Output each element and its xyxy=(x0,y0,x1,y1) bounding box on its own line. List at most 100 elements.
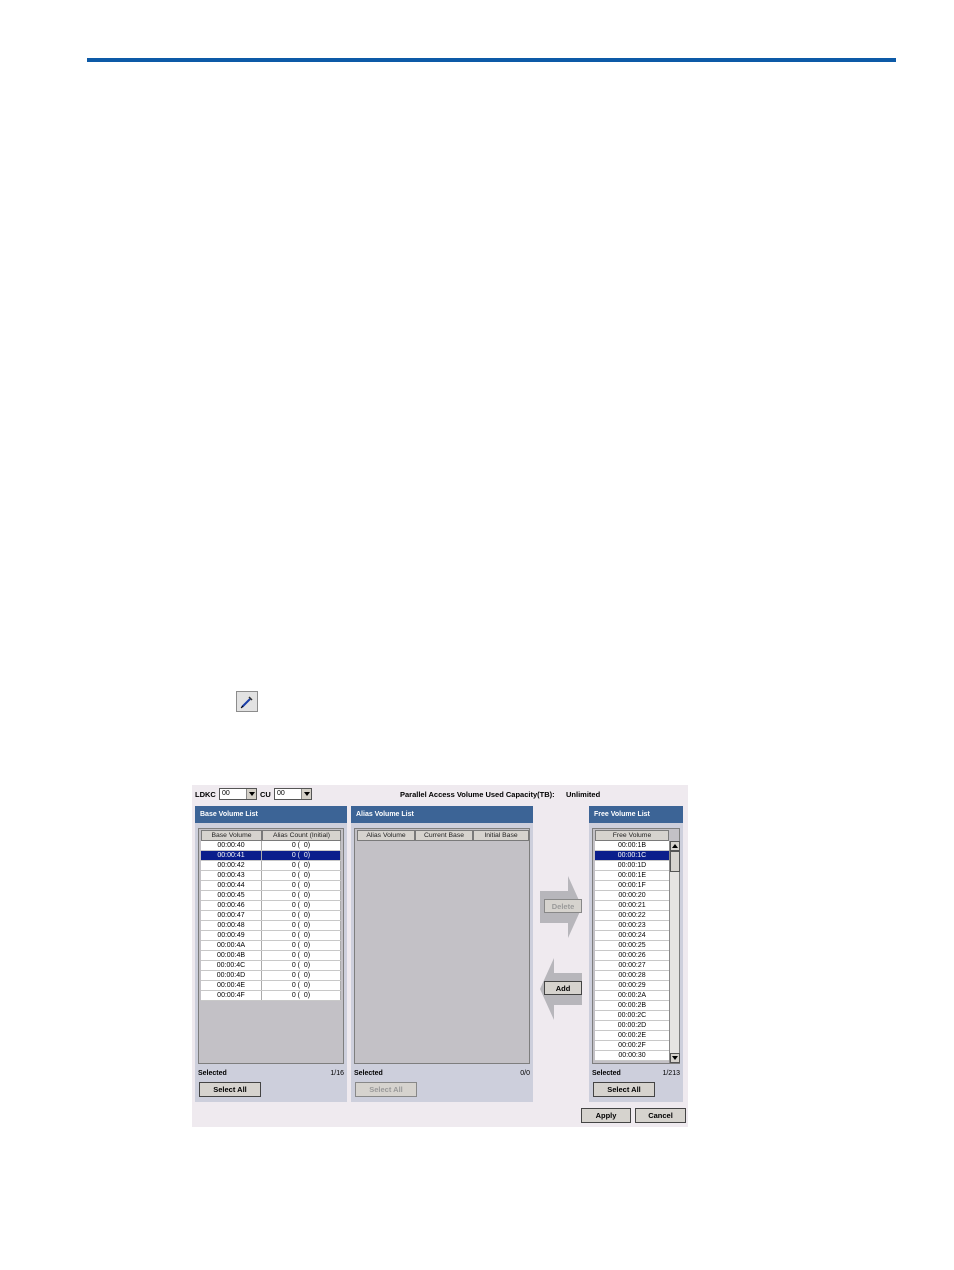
table-row[interactable]: 00:00:46 0 ( 0) xyxy=(201,901,341,911)
alias-count-cell: 0 ( 0) xyxy=(262,891,341,900)
table-row[interactable]: 00:00:45 0 ( 0) xyxy=(201,891,341,901)
column-header-initial-base[interactable]: Initial Base xyxy=(473,830,529,841)
base-volume-cell: 00:00:4F xyxy=(201,991,262,1000)
base-volume-cell: 00:00:41 xyxy=(201,851,262,860)
alias-count-cell: 0 ( 0) xyxy=(262,991,341,1000)
list-item[interactable]: 00:00:25 xyxy=(595,941,669,951)
table-row[interactable]: 00:00:4B 0 ( 0) xyxy=(201,951,341,961)
top-rule xyxy=(87,58,896,62)
column-header-alias-count[interactable]: Alias Count (Initial) xyxy=(262,830,341,841)
apply-button[interactable]: Apply xyxy=(581,1108,631,1123)
column-header-free-volume[interactable]: Free Volume xyxy=(595,830,669,841)
edit-tool-icon[interactable] xyxy=(236,691,258,712)
table-row[interactable]: 00:00:41 0 ( 0) xyxy=(201,851,341,861)
list-item[interactable]: 00:00:1B xyxy=(595,841,669,851)
free-selected-count: 1/213 xyxy=(662,1070,680,1077)
table-row[interactable]: 00:00:40 0 ( 0) xyxy=(201,841,341,851)
list-item[interactable]: 00:00:29 xyxy=(595,981,669,991)
table-row[interactable]: 00:00:47 0 ( 0) xyxy=(201,911,341,921)
base-volume-cell: 00:00:46 xyxy=(201,901,262,910)
table-row[interactable]: 00:00:4D 0 ( 0) xyxy=(201,971,341,981)
base-volume-cell: 00:00:43 xyxy=(201,871,262,880)
capacity-label: Parallel Access Volume Used Capacity(TB)… xyxy=(400,790,555,799)
alias-selected-count: 0/0 xyxy=(520,1070,530,1077)
alias-volume-table[interactable]: Alias Volume Current Base Initial Base xyxy=(354,828,530,1064)
base-volume-cell: 00:00:4B xyxy=(201,951,262,960)
list-item[interactable]: 00:00:1E xyxy=(595,871,669,881)
list-item[interactable]: 00:00:30 xyxy=(595,1051,669,1061)
list-item[interactable]: 00:00:2D xyxy=(595,1021,669,1031)
base-volume-cell: 00:00:42 xyxy=(201,861,262,870)
table-row[interactable]: 00:00:42 0 ( 0) xyxy=(201,861,341,871)
free-volume-cell: 00:00:2D xyxy=(617,1022,647,1029)
base-selected-label: Selected xyxy=(198,1070,227,1077)
column-header-base-volume[interactable]: Base Volume xyxy=(201,830,262,841)
base-volume-cell: 00:00:4A xyxy=(201,941,262,950)
table-row[interactable]: 00:00:4C 0 ( 0) xyxy=(201,961,341,971)
alias-count-cell: 0 ( 0) xyxy=(262,861,341,870)
cu-select[interactable]: 00 xyxy=(274,788,312,800)
free-volume-cell: 00:00:1D xyxy=(617,862,647,869)
list-item[interactable]: 00:00:2A xyxy=(595,991,669,1001)
list-item[interactable]: 00:00:2E xyxy=(595,1031,669,1041)
list-item[interactable]: 00:00:28 xyxy=(595,971,669,981)
free-volume-cell: 00:00:1E xyxy=(617,872,647,879)
list-item[interactable]: 00:00:23 xyxy=(595,921,669,931)
free-volume-cell: 00:00:2A xyxy=(617,992,647,999)
free-volume-cell: 00:00:21 xyxy=(618,902,646,909)
list-item[interactable]: 00:00:22 xyxy=(595,911,669,921)
table-row[interactable]: 00:00:4F 0 ( 0) xyxy=(201,991,341,1001)
base-volume-cell: 00:00:40 xyxy=(201,841,262,850)
free-volume-table[interactable]: Free Volume 00:00:1B 00:00:1C 00:00:1D 00:0… xyxy=(592,828,680,1064)
alias-select-all-button[interactable]: Select All xyxy=(355,1082,417,1097)
base-volume-cell: 00:00:49 xyxy=(201,931,262,940)
alias-count-cell: 0 ( 0) xyxy=(262,931,341,940)
base-select-all-button[interactable]: Select All xyxy=(199,1082,261,1097)
alias-panel-title: Alias Volume List xyxy=(351,806,533,823)
list-item[interactable]: 00:00:2B xyxy=(595,1001,669,1011)
free-volume-cell: 00:00:2F xyxy=(618,1042,646,1049)
scroll-up-icon[interactable] xyxy=(670,841,680,851)
list-item[interactable]: 00:00:21 xyxy=(595,901,669,911)
add-button[interactable]: Add xyxy=(544,981,582,995)
ldkc-select[interactable]: 00 xyxy=(219,788,257,800)
base-volume-table[interactable]: Base Volume Alias Count (Initial) 00:00:… xyxy=(198,828,344,1064)
scroll-thumb[interactable] xyxy=(670,851,680,872)
table-row[interactable]: 00:00:43 0 ( 0) xyxy=(201,871,341,881)
base-volume-cell: 00:00:45 xyxy=(201,891,262,900)
cancel-button[interactable]: Cancel xyxy=(635,1108,686,1123)
table-row[interactable]: 00:00:49 0 ( 0) xyxy=(201,931,341,941)
delete-button[interactable]: Delete xyxy=(544,899,582,913)
free-select-all-button[interactable]: Select All xyxy=(593,1082,655,1097)
column-header-current-base[interactable]: Current Base xyxy=(415,830,473,841)
table-row[interactable]: 00:00:48 0 ( 0) xyxy=(201,921,341,931)
free-volume-cell: 00:00:1F xyxy=(618,882,646,889)
table-row[interactable]: 00:00:4E 0 ( 0) xyxy=(201,981,341,991)
alias-count-cell: 0 ( 0) xyxy=(262,901,341,910)
alias-count-cell: 0 ( 0) xyxy=(262,921,341,930)
list-item[interactable]: 00:00:2F xyxy=(595,1041,669,1051)
list-item[interactable]: 00:00:1D xyxy=(595,861,669,871)
ldkc-label: LDKC xyxy=(195,790,216,799)
table-row[interactable]: 00:00:44 0 ( 0) xyxy=(201,881,341,891)
scroll-down-icon[interactable] xyxy=(670,1053,680,1063)
list-item[interactable]: 00:00:2C xyxy=(595,1011,669,1021)
chevron-down-icon[interactable] xyxy=(246,789,256,799)
alias-count-cell: 0 ( 0) xyxy=(262,951,341,960)
list-item[interactable]: 00:00:24 xyxy=(595,931,669,941)
base-panel-title: Base Volume List xyxy=(195,806,347,823)
chevron-down-icon[interactable] xyxy=(301,789,311,799)
column-header-alias-volume[interactable]: Alias Volume xyxy=(357,830,415,841)
free-volume-cell: 00:00:22 xyxy=(618,912,646,919)
free-volume-cell: 00:00:25 xyxy=(618,942,646,949)
list-item[interactable]: 00:00:1F xyxy=(595,881,669,891)
list-item[interactable]: 00:00:20 xyxy=(595,891,669,901)
free-volume-cell: 00:00:26 xyxy=(618,952,646,959)
base-volume-cell: 00:00:44 xyxy=(201,881,262,890)
list-item[interactable]: 00:00:1C xyxy=(595,851,669,861)
base-selected-count: 1/16 xyxy=(330,1070,344,1077)
list-item[interactable]: 00:00:27 xyxy=(595,961,669,971)
list-item[interactable]: 00:00:26 xyxy=(595,951,669,961)
free-volume-scrollbar[interactable] xyxy=(669,841,680,1063)
table-row[interactable]: 00:00:4A 0 ( 0) xyxy=(201,941,341,951)
